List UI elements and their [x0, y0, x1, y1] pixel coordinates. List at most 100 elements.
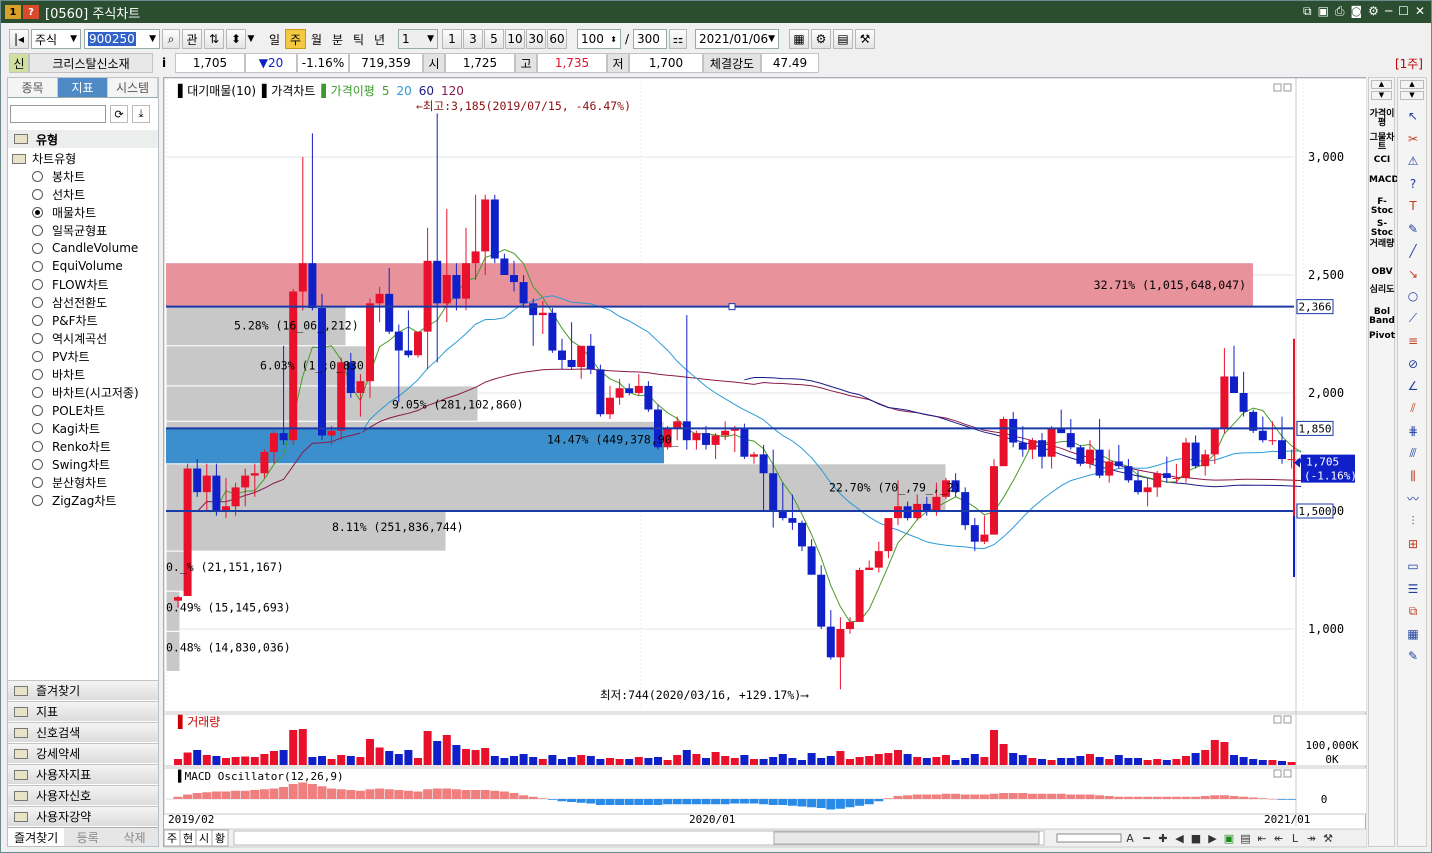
candle-body[interactable] [385, 293, 394, 332]
scroll-up-icon[interactable]: ▲ [1400, 80, 1424, 89]
candle-body[interactable] [452, 275, 461, 299]
save-icon[interactable]: ▤ [1240, 832, 1250, 845]
candle-body[interactable] [1086, 449, 1094, 464]
candle-body[interactable] [1066, 433, 1075, 448]
help-icon[interactable]: ? [1404, 176, 1422, 192]
legend-ma-period[interactable]: 60 [419, 84, 434, 98]
radio-icon[interactable] [32, 260, 43, 272]
tab-systems[interactable]: 시스템 [108, 78, 158, 97]
chart-type-5[interactable]: EquiVolume [32, 258, 123, 274]
fibo-icon[interactable]: ≡ [1404, 333, 1422, 349]
scroll-up-icon[interactable]: ▲ [1371, 80, 1392, 89]
gann-icon[interactable]: ⫻ [1404, 446, 1422, 462]
tools-icon[interactable]: ⚒ [855, 29, 875, 49]
candle-body[interactable] [327, 430, 336, 436]
candle-body[interactable] [606, 397, 614, 415]
candle-body[interactable] [519, 282, 528, 304]
delete-button[interactable]: 삭제 [111, 828, 158, 846]
line-icon[interactable]: ╱ [1404, 243, 1422, 259]
candle-body[interactable] [999, 418, 1008, 467]
candle-body[interactable] [711, 435, 720, 445]
candle-body[interactable] [270, 433, 278, 452]
folder-signal-search[interactable]: 신호검색 [8, 722, 158, 742]
candle-body[interactable] [548, 312, 557, 351]
candle-body[interactable] [615, 388, 624, 398]
candle-body[interactable] [202, 475, 211, 493]
legend-item[interactable]: ▌가격차트 [261, 83, 315, 98]
candle-body[interactable] [423, 260, 432, 332]
tab-stocks[interactable]: 종목 [8, 78, 58, 97]
chart-type-0[interactable]: 봉차트 [32, 168, 85, 184]
candle-body[interactable] [1153, 473, 1162, 488]
candle-body[interactable] [865, 567, 874, 570]
candle-body[interactable] [970, 525, 979, 542]
circle-icon[interactable]: ○ [1404, 288, 1422, 304]
updown-icon[interactable]: ⬍ [226, 29, 246, 49]
candle-body[interactable] [414, 331, 422, 356]
candle-body[interactable] [538, 312, 547, 316]
chart-type-14[interactable]: Kagi차트 [32, 420, 100, 436]
candle-body[interactable] [529, 303, 538, 316]
chevron-down-icon[interactable]: ▼ [246, 29, 256, 49]
candle-body[interactable] [298, 263, 307, 292]
chart-type-16[interactable]: Swing차트 [32, 456, 110, 472]
minus-icon[interactable]: ━ [1142, 832, 1150, 845]
count-total-input[interactable]: 300 [633, 29, 667, 49]
chart-type-18[interactable]: ZigZag차트 [32, 492, 116, 508]
candle-body[interactable] [1201, 454, 1210, 467]
candle-body[interactable] [1076, 447, 1085, 464]
log-icon[interactable]: L [1292, 832, 1299, 845]
indicator-shortcut-10[interactable]: Pivot [1369, 332, 1395, 341]
folder-user-signals[interactable]: 사용자신호 [8, 785, 158, 805]
candle-body[interactable] [231, 487, 240, 507]
candle-body[interactable] [567, 359, 576, 368]
candle-body[interactable] [250, 473, 259, 476]
tab-favorites[interactable]: 즐겨찾기 [8, 828, 65, 846]
candle-body[interactable] [1230, 376, 1238, 393]
minimize-icon[interactable]: ─ [1385, 4, 1392, 19]
chart-type-1[interactable]: 선차트 [32, 186, 85, 202]
legend-item[interactable]: ▌대기매물(10) [177, 83, 256, 98]
candle-body[interactable] [932, 496, 941, 511]
candle-body[interactable] [481, 199, 490, 252]
folder-favorites[interactable]: 즐겨찾기 [8, 680, 158, 700]
candle-body[interactable] [634, 385, 643, 393]
grid-settings-icon[interactable]: ⚏ [669, 29, 687, 49]
candle-body[interactable] [1268, 440, 1277, 442]
candle-body[interactable] [1134, 480, 1142, 493]
gwan-button[interactable]: 관 [182, 29, 202, 49]
table-icon[interactable]: ▦ [1404, 626, 1422, 642]
arrow-icon[interactable]: ↘ [1404, 266, 1422, 282]
candle-body[interactable] [807, 546, 816, 575]
candle-body[interactable] [212, 475, 221, 511]
period-month[interactable]: 월 [306, 29, 327, 49]
indicator-shortcut-3[interactable]: MACD [1369, 176, 1399, 185]
legend-ma-period[interactable]: 120 [441, 84, 464, 98]
candle-body[interactable] [855, 570, 864, 622]
candle-body[interactable] [750, 454, 758, 457]
candle-body[interactable] [1018, 442, 1027, 450]
chart-svg[interactable]: 3,0002,5002,0001,5001,0002,3661,8501,500… [163, 77, 1368, 848]
legend-item[interactable]: ▌가격이평 [320, 83, 374, 98]
candle-body[interactable] [980, 534, 989, 542]
candle-body[interactable] [586, 345, 595, 370]
candle-body[interactable] [193, 468, 202, 493]
radio-icon[interactable] [32, 188, 43, 200]
eraser-icon[interactable]: ✂ [1404, 131, 1422, 147]
candle-body[interactable] [759, 454, 768, 474]
candle-body[interactable] [1191, 442, 1200, 467]
radio-icon[interactable] [32, 440, 43, 452]
grid-icon[interactable]: ⋕ [1404, 423, 1422, 439]
candle-body[interactable] [721, 430, 730, 436]
candle-body[interactable] [279, 433, 288, 441]
candle-body[interactable] [836, 629, 845, 658]
candle-body[interactable] [1143, 487, 1152, 493]
candle-body[interactable] [740, 428, 749, 457]
candle-body[interactable] [366, 303, 374, 382]
candle-body[interactable] [1239, 393, 1248, 412]
plus-icon[interactable]: ✚ [1158, 832, 1167, 845]
radio-icon[interactable] [32, 458, 43, 470]
list-icon[interactable]: ☰ [1404, 581, 1422, 597]
camera-icon[interactable]: ◙ [1351, 4, 1363, 19]
pane-close-icon[interactable] [1283, 83, 1292, 92]
